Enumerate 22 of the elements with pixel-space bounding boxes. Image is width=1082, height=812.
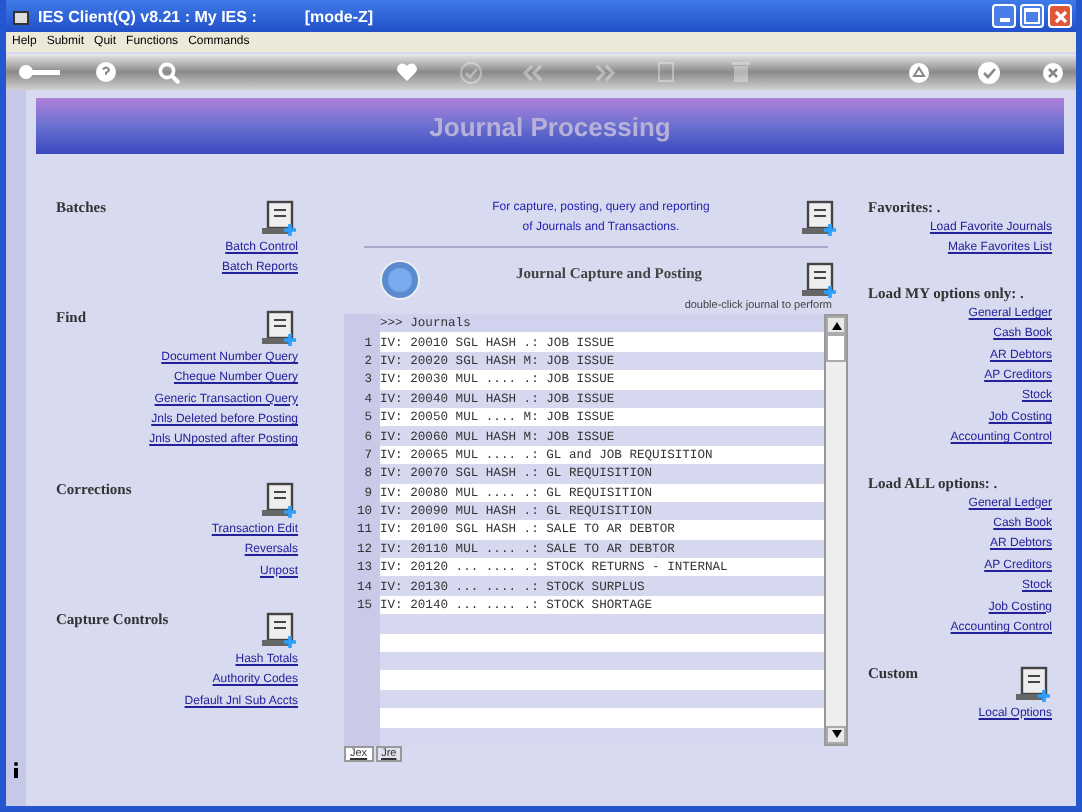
down-arrow-icon[interactable] xyxy=(831,730,841,739)
close-icon[interactable] xyxy=(1042,61,1064,83)
maximize-button[interactable] xyxy=(1020,4,1044,28)
info-icon xyxy=(12,762,20,778)
search-icon[interactable] xyxy=(158,61,181,83)
app-icon xyxy=(12,7,30,25)
scrollbar[interactable] xyxy=(824,314,848,746)
key-icon[interactable] xyxy=(18,62,62,82)
mode-label: [mode-Z] xyxy=(304,7,374,25)
close-button[interactable] xyxy=(1048,4,1072,28)
heart-icon[interactable] xyxy=(395,62,418,82)
scroll-icon xyxy=(797,260,838,300)
close-icon xyxy=(1053,9,1067,23)
page-title: Journal Processing xyxy=(429,111,671,141)
check-icon[interactable] xyxy=(977,61,1000,83)
help-icon[interactable] xyxy=(96,62,117,82)
info-circle-icon xyxy=(380,260,420,300)
up-arrow-icon[interactable] xyxy=(831,321,841,329)
window-title: IES Client(Q) v8.21 : My IES : xyxy=(38,7,257,25)
scrollbar-thumb[interactable] xyxy=(826,334,846,362)
minimize-button[interactable] xyxy=(992,4,1016,28)
scroll-icon xyxy=(798,198,838,238)
